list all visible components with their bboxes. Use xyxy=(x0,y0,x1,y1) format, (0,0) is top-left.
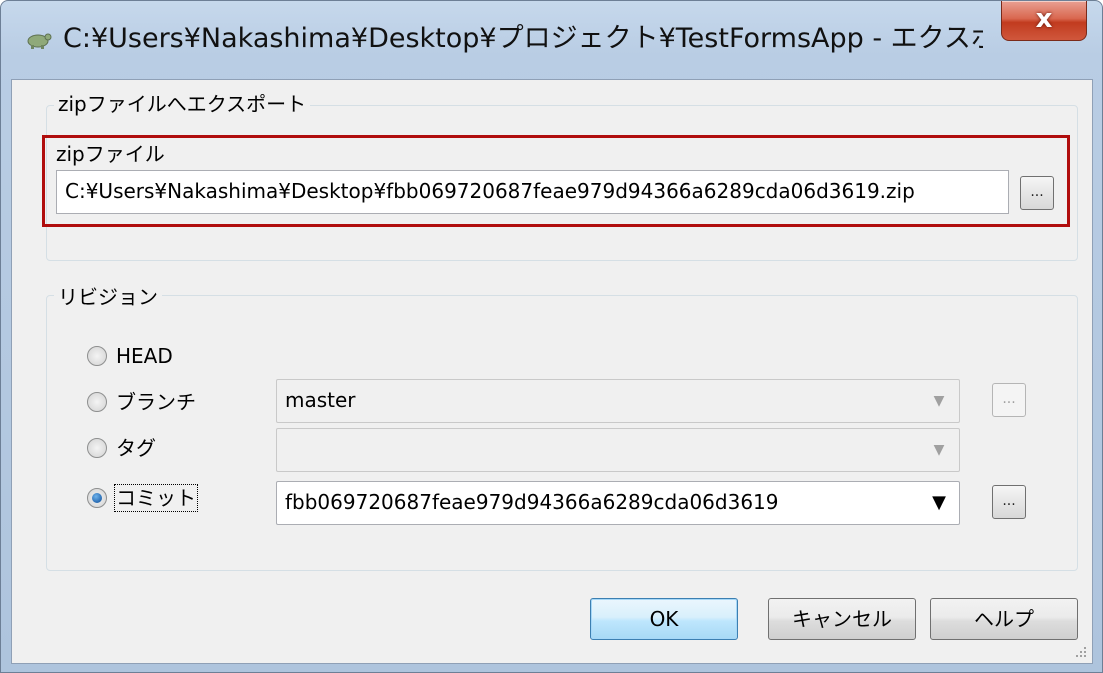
branch-browse-button: ... xyxy=(992,383,1026,417)
radio-branch-label[interactable]: ブランチ xyxy=(116,390,196,414)
radio-tag-label[interactable]: タグ xyxy=(116,436,156,460)
help-button[interactable]: ヘルプ xyxy=(930,598,1078,640)
commit-combobox[interactable]: fbb069720687feae979d94366a6289cda06d3619… xyxy=(276,481,960,525)
dialog-client-area: zipファイルへエクスポート zipファイル C:¥Users¥Nakashim… xyxy=(11,79,1093,664)
radio-commit[interactable] xyxy=(87,488,107,508)
chevron-down-icon: ▼ xyxy=(933,442,945,458)
branch-combobox: master ▼ xyxy=(276,379,960,423)
radio-head[interactable] xyxy=(87,346,107,366)
commit-browse-button[interactable]: ... xyxy=(992,485,1026,519)
radio-commit-label[interactable]: コミット xyxy=(114,484,198,512)
branch-combobox-value: master xyxy=(285,388,356,412)
window-title: C:¥Users¥Nakashima¥Desktop¥プロジェクト¥TestFo… xyxy=(63,23,983,54)
export-dialog-window: C:¥Users¥Nakashima¥Desktop¥プロジェクト¥TestFo… xyxy=(0,0,1103,673)
ok-button[interactable]: OK xyxy=(590,598,738,640)
commit-combobox-value: fbb069720687feae979d94366a6289cda06d3619 xyxy=(285,490,779,514)
annotation-highlight-box xyxy=(42,135,1070,227)
radio-head-label[interactable]: HEAD xyxy=(116,344,173,368)
radio-branch[interactable] xyxy=(87,392,107,412)
title-bar[interactable]: C:¥Users¥Nakashima¥Desktop¥プロジェクト¥TestFo… xyxy=(1,1,1102,79)
radio-tag[interactable] xyxy=(87,438,107,458)
close-icon: x xyxy=(1035,4,1053,34)
tag-combobox: ▼ xyxy=(276,428,960,472)
close-button[interactable]: x xyxy=(1001,1,1087,41)
revision-group-legend: リビジョン xyxy=(54,285,162,309)
chevron-down-icon: ▼ xyxy=(933,393,945,409)
chevron-down-icon[interactable]: ▼ xyxy=(929,482,949,524)
cancel-button[interactable]: キャンセル xyxy=(768,598,916,640)
zip-export-group-legend: zipファイルへエクスポート xyxy=(54,92,311,116)
tortoisegit-app-icon xyxy=(27,33,52,49)
resize-grip-icon[interactable] xyxy=(1074,645,1088,659)
